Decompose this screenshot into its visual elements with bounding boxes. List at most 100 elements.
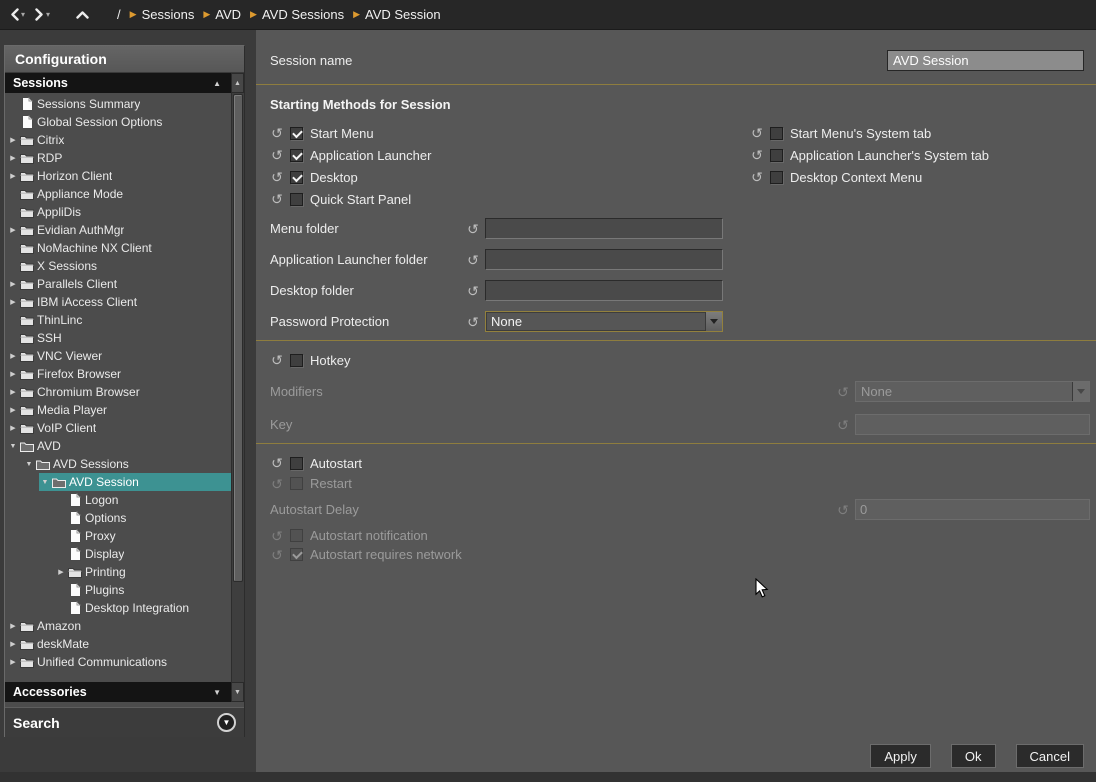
checkbox-desktop-context-menu[interactable] <box>770 171 783 184</box>
tree-item-display[interactable]: Display <box>5 545 231 563</box>
checkbox-application-launcher-s-system-tab[interactable] <box>770 149 783 162</box>
cancel-button[interactable]: Cancel <box>1016 744 1084 768</box>
chevron-down-icon[interactable]: ▼ <box>7 443 19 450</box>
tree-item-voip-client[interactable]: ▶VoIP Client <box>5 419 231 437</box>
tree-item-printing[interactable]: ▶Printing <box>5 563 231 581</box>
back-history-caret-icon[interactable]: ▾ <box>21 10 25 19</box>
tree-item-desktop-integration[interactable]: Desktop Integration <box>5 599 231 617</box>
checkbox-quick-start-panel[interactable] <box>290 193 303 206</box>
tree-item-parallels-client[interactable]: ▶Parallels Client <box>5 275 231 293</box>
menu-folder-input[interactable] <box>485 218 723 239</box>
reset-icon[interactable]: ↺ <box>466 253 480 267</box>
reset-icon[interactable]: ↺ <box>750 170 764 184</box>
forward-button[interactable] <box>35 8 44 21</box>
tree-item-citrix[interactable]: ▶Citrix <box>5 131 231 149</box>
accessories-section-header[interactable]: Accessories ▼ <box>5 682 231 702</box>
checkbox-start-menu[interactable] <box>290 127 303 140</box>
scroll-up-button[interactable]: ▲ <box>231 73 244 93</box>
reset-icon[interactable]: ↺ <box>270 456 284 470</box>
breadcrumb-item-avd-sessions[interactable]: AVD Sessions <box>262 7 344 22</box>
tree-item-avd-sessions[interactable]: ▼AVD Sessions <box>5 455 231 473</box>
chevron-right-icon[interactable]: ▶ <box>7 136 19 144</box>
apply-button[interactable]: Apply <box>870 744 931 768</box>
tree-item-content: ▼AVD Session <box>39 473 231 491</box>
hotkey-checkbox[interactable] <box>290 354 303 367</box>
application-launcher-folder-input[interactable] <box>485 249 723 270</box>
password-protection-select[interactable]: None <box>485 311 723 332</box>
tree-item-ibm-iaccess-client[interactable]: ▶IBM iAccess Client <box>5 293 231 311</box>
reset-icon[interactable]: ↺ <box>750 148 764 162</box>
breadcrumb-item-avd-session[interactable]: AVD Session <box>365 7 441 22</box>
chevron-right-icon[interactable]: ▶ <box>7 658 19 666</box>
tree-item-nomachine-nx-client[interactable]: NoMachine NX Client <box>5 239 231 257</box>
reset-icon[interactable]: ↺ <box>270 192 284 206</box>
tree-item-sessions-summary[interactable]: Sessions Summary <box>5 95 231 113</box>
breadcrumb-item-sessions[interactable]: Sessions <box>142 7 195 22</box>
autostart-checkbox[interactable] <box>290 457 303 470</box>
checkbox-desktop[interactable] <box>290 171 303 184</box>
chevron-right-icon[interactable]: ▶ <box>7 388 19 396</box>
tree-item-unified-communications[interactable]: ▶Unified Communications <box>5 653 231 671</box>
back-button[interactable] <box>10 8 19 21</box>
forward-history-caret-icon[interactable]: ▾ <box>46 10 50 19</box>
tree-item-avd-session[interactable]: ▼AVD Session <box>5 473 231 491</box>
tree-item-ssh[interactable]: SSH <box>5 329 231 347</box>
chevron-right-icon[interactable]: ▶ <box>7 370 19 378</box>
reset-icon[interactable]: ↺ <box>466 284 480 298</box>
tree-item-plugins[interactable]: Plugins <box>5 581 231 599</box>
tree-item-appliance-mode[interactable]: Appliance Mode <box>5 185 231 203</box>
tree-item-firefox-browser[interactable]: ▶Firefox Browser <box>5 365 231 383</box>
chevron-right-icon[interactable]: ▶ <box>7 352 19 360</box>
tree-item-chromium-browser[interactable]: ▶Chromium Browser <box>5 383 231 401</box>
breadcrumb-item-avd[interactable]: AVD <box>215 7 241 22</box>
tree-item-deskmate[interactable]: ▶deskMate <box>5 635 231 653</box>
reset-icon[interactable]: ↺ <box>466 315 480 329</box>
chevron-down-icon[interactable]: ▼ <box>39 479 51 486</box>
search-section-header[interactable]: Search ▼ <box>5 707 244 737</box>
chevron-right-icon[interactable]: ▶ <box>7 622 19 630</box>
reset-icon[interactable]: ↺ <box>270 148 284 162</box>
tree-item-amazon[interactable]: ▶Amazon <box>5 617 231 635</box>
tree-item-avd[interactable]: ▼AVD <box>5 437 231 455</box>
tree-item-x-sessions[interactable]: X Sessions <box>5 257 231 275</box>
scrollbar-thumb[interactable] <box>233 94 243 582</box>
reset-icon[interactable]: ↺ <box>270 353 284 367</box>
reset-icon[interactable]: ↺ <box>466 222 480 236</box>
chevron-right-icon[interactable]: ▶ <box>7 640 19 648</box>
checkbox-application-launcher[interactable] <box>290 149 303 162</box>
session-name-input[interactable]: AVD Session <box>887 50 1084 71</box>
reset-icon[interactable]: ↺ <box>270 126 284 140</box>
chevron-right-icon[interactable]: ▶ <box>7 154 19 162</box>
chevron-right-icon[interactable]: ▶ <box>7 172 19 180</box>
tree-item-applidis[interactable]: AppliDis <box>5 203 231 221</box>
reset-icon[interactable]: ↺ <box>750 126 764 140</box>
chevron-right-icon[interactable]: ▶ <box>7 424 19 432</box>
scroll-down-button[interactable]: ▼ <box>231 682 244 702</box>
tree-item-evidian-authmgr[interactable]: ▶Evidian AuthMgr <box>5 221 231 239</box>
desktop-folder-input[interactable] <box>485 280 723 301</box>
tree-item-logon[interactable]: Logon <box>5 491 231 509</box>
chevron-right-icon[interactable]: ▶ <box>7 226 19 234</box>
tree-item-horizon-client[interactable]: ▶Horizon Client <box>5 167 231 185</box>
checkbox-start-menu-s-system-tab[interactable] <box>770 127 783 140</box>
chevron-right-icon[interactable]: ▶ <box>7 406 19 414</box>
tree-item-global-session-options[interactable]: Global Session Options <box>5 113 231 131</box>
tree-item-proxy[interactable]: Proxy <box>5 527 231 545</box>
tree-scrollbar[interactable] <box>231 93 244 682</box>
checkbox-row-application-launcher: ↺Application Launcher <box>270 144 750 166</box>
chevron-down-icon[interactable]: ▼ <box>23 461 35 468</box>
tree-item-thinlinc[interactable]: ThinLinc <box>5 311 231 329</box>
tree-item-rdp[interactable]: ▶RDP <box>5 149 231 167</box>
reset-icon[interactable]: ↺ <box>270 170 284 184</box>
chevron-right-icon[interactable]: ▶ <box>7 298 19 306</box>
search-expand-button[interactable]: ▼ <box>217 713 236 732</box>
ok-button[interactable]: Ok <box>951 744 996 768</box>
chevron-right-icon[interactable]: ▶ <box>7 280 19 288</box>
dropdown-button[interactable] <box>705 312 722 331</box>
sessions-section-header[interactable]: Sessions ▲ <box>5 73 231 93</box>
tree-item-vnc-viewer[interactable]: ▶VNC Viewer <box>5 347 231 365</box>
up-button[interactable] <box>76 10 89 19</box>
tree-item-options[interactable]: Options <box>5 509 231 527</box>
chevron-right-icon[interactable]: ▶ <box>55 568 67 576</box>
tree-item-media-player[interactable]: ▶Media Player <box>5 401 231 419</box>
